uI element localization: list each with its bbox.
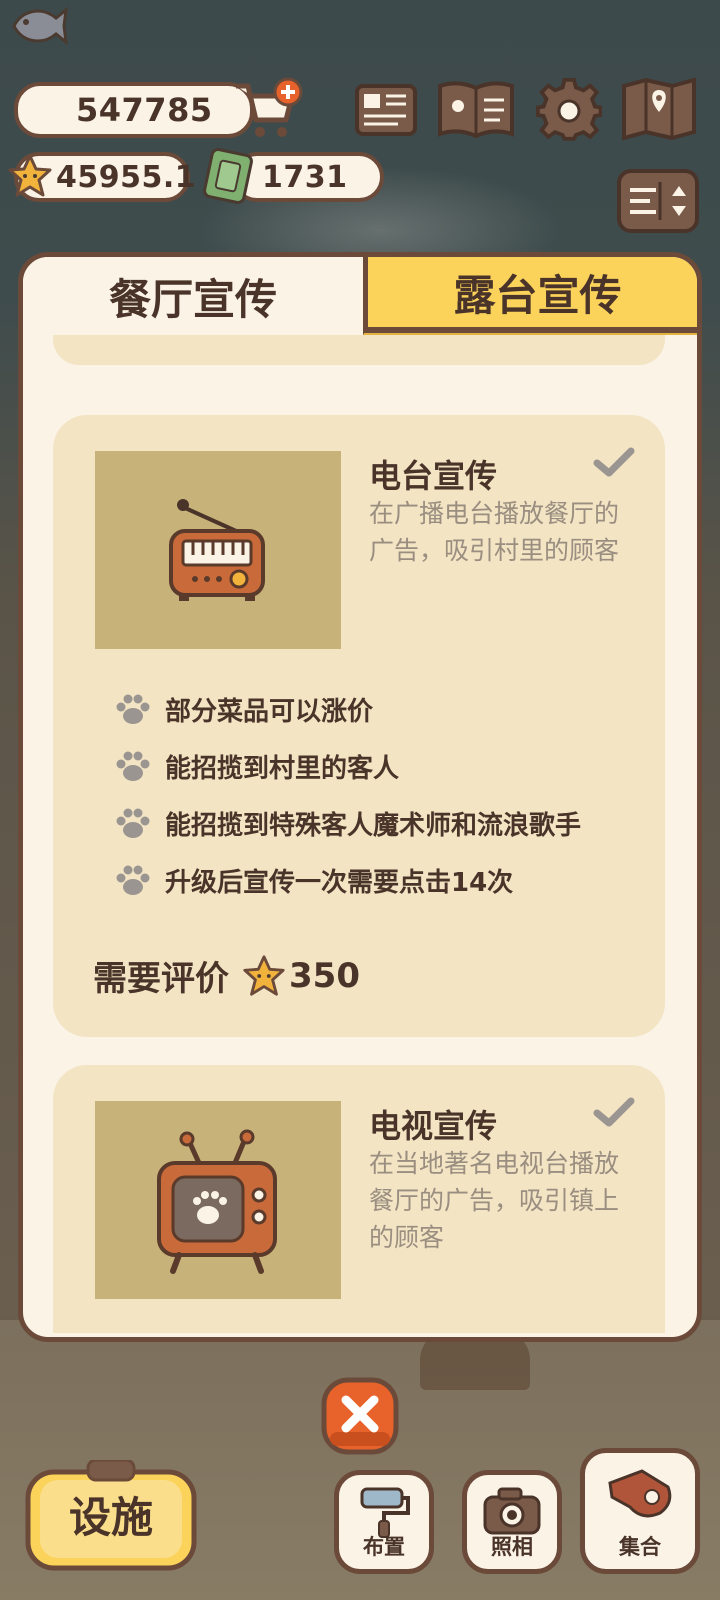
feature-text: 升级后宣传一次需要点击14次 [165, 868, 514, 898]
feature-item: 升级后宣传一次需要点击14次 [113, 852, 581, 909]
gather-label: 集合 [619, 1535, 661, 1559]
fish-currency-display: 547785 [14, 82, 254, 138]
tab-divider [363, 327, 697, 333]
requirement-value: 350 [289, 955, 360, 996]
promotion-card-tv[interactable]: 电视宣传 在当地著名电视台播放餐厅的广告，吸引镇上的顾客 [53, 1065, 665, 1333]
tab-restaurant-promotion[interactable]: 餐厅宣传 [23, 257, 363, 335]
gather-button[interactable]: 集合 [580, 1448, 700, 1574]
camera-icon [483, 1487, 541, 1535]
tv-icon [157, 1129, 277, 1274]
promotion-description: 在当地著名电视台播放餐厅的广告，吸引镇上的顾客 [369, 1149, 620, 1252]
layout-label: 布置 [363, 1535, 405, 1559]
fish-count: 547785 [76, 91, 213, 129]
paw-icon [116, 751, 150, 781]
facility-label: 设施 [68, 1493, 153, 1542]
feature-item: 能招揽到村里的客人 [113, 738, 581, 795]
layout-button[interactable]: 布置 [334, 1470, 434, 1574]
fish-icon [12, 6, 68, 46]
promotion-title: 电视宣传 [369, 1107, 498, 1145]
photo-label: 照相 [491, 1535, 533, 1559]
sort-icon [617, 169, 699, 233]
feature-item: 能招揽到特殊客人魔术师和流浪歌手 [113, 795, 581, 852]
feature-text: 部分菜品可以涨价 [165, 697, 374, 727]
feature-text: 能招揽到村里的客人 [165, 754, 400, 784]
close-icon [321, 1377, 399, 1455]
radio-thumbnail [95, 451, 341, 649]
card-icon [355, 84, 417, 136]
check-icon [593, 1097, 635, 1127]
star-icon [243, 954, 285, 996]
tab-terrace-promotion[interactable]: 露台宣传 [363, 257, 697, 335]
promotion-description: 在广播电台播放餐厅的广告，吸引村里的顾客 [369, 499, 620, 565]
star-icon [8, 154, 52, 197]
requirement-label: 需要评价 [93, 959, 229, 999]
photo-button[interactable]: 照相 [462, 1470, 562, 1574]
settings-button[interactable] [536, 78, 603, 144]
book-icon [438, 81, 514, 139]
previous-card-edge [53, 335, 665, 365]
close-button[interactable] [320, 1376, 400, 1456]
cart-plus-icon [236, 77, 303, 137]
radio-icon [169, 499, 265, 601]
feature-text: 能招揽到特殊客人魔术师和流浪歌手 [165, 811, 582, 841]
gear-icon [536, 78, 603, 141]
facility-button[interactable]: 设施 [24, 1460, 198, 1572]
feature-list: 部分菜品可以涨价 能招揽到村里的客人 能招揽到特殊客人魔术师和流浪歌手 升级后宣… [113, 681, 581, 909]
shop-cart-button[interactable] [232, 76, 304, 142]
promotion-card-radio[interactable]: 电台宣传 在广播电台播放餐厅的广告，吸引村里的顾客 部分菜品可以涨价 能招揽到村… [53, 415, 665, 1037]
promotion-list[interactable]: 电台宣传 在广播电台播放餐厅的广告，吸引村里的顾客 部分菜品可以涨价 能招揽到村… [53, 335, 679, 1333]
paw-icon [116, 694, 150, 724]
paw-icon [116, 865, 150, 895]
map-button[interactable] [620, 76, 698, 142]
recipe-card-button[interactable] [354, 80, 418, 140]
map-icon [622, 77, 696, 141]
book-button[interactable] [436, 78, 516, 142]
ticket-icon [203, 147, 253, 205]
ticket-count: 1731 [262, 159, 348, 195]
promotion-title: 电台宣传 [369, 457, 498, 495]
rating-requirement: 需要评价 350 [93, 951, 360, 1000]
check-icon [593, 447, 635, 477]
sort-toggle-button[interactable] [616, 168, 700, 234]
tv-thumbnail [95, 1101, 341, 1299]
whistle-icon [608, 1469, 672, 1518]
feature-item: 部分菜品可以涨价 [113, 681, 581, 738]
star-rating: 45955.1 [56, 159, 197, 195]
promotion-panel: 餐厅宣传 露台宣传 电台宣传 在广播电台播放餐厅的广告，吸引村里的顾客 部分菜品… [18, 252, 702, 1342]
paw-icon [116, 808, 150, 838]
